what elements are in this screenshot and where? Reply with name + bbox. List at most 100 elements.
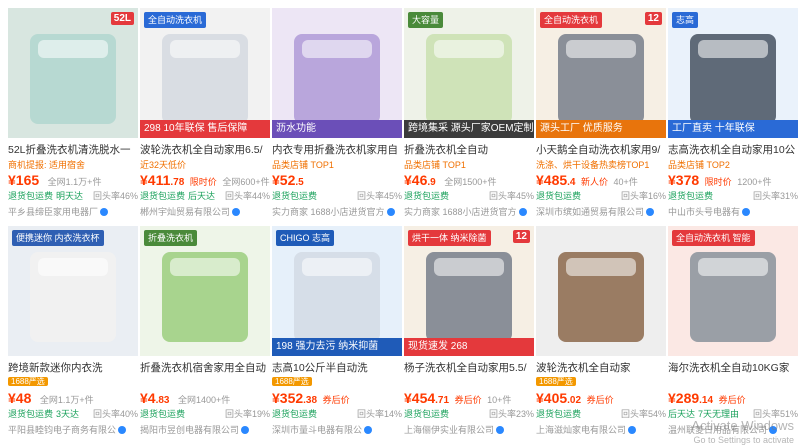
shop-name[interactable]: 上海俪伊实业有限公司	[404, 423, 534, 436]
product-subline: 1688严选	[8, 376, 138, 387]
shop-name[interactable]: 深圳市缤如通贸易有限公司	[536, 205, 666, 218]
product-card[interactable]: 烘干一体 纳米除菌 12 现货速发 268 杨子洗衣机全自动家用5.5/ ¥45…	[404, 226, 534, 438]
service-badge: 退货包运费	[536, 409, 582, 419]
product-thumbnail[interactable]: 全自动洗衣机 12 源头工厂 优质服务	[536, 8, 666, 138]
product-title[interactable]: 跨境新款迷你内衣洗	[8, 360, 138, 375]
thumbnail-banner: 志高	[672, 12, 699, 28]
price: ¥485.4	[536, 172, 576, 188]
price-row: ¥52.5	[272, 172, 402, 188]
product-card[interactable]: 波轮洗衣机全自动家 1688严选 ¥405.02 券后价 退货包运费 回头率54…	[536, 226, 666, 438]
wangwang-icon[interactable]	[628, 426, 637, 434]
product-title[interactable]: 内衣专用折叠洗衣机家用自	[272, 142, 402, 157]
product-card[interactable]: CHIGO 志高 198 强力去污 纳米抑菌 志高10公斤半自动洗 1688严选…	[272, 226, 402, 438]
product-thumbnail[interactable]: 全自动洗衣机 298 10年联保 售后保障	[140, 8, 270, 138]
shop-name[interactable]: 实力商家 1688小店进货官方	[404, 205, 534, 218]
product-subline: 商机提报: 适用宿舍	[8, 158, 138, 171]
service-flags: 退货包运费 回头率45%	[272, 189, 402, 202]
product-title[interactable]: 52L折叠洗衣机清洗脱水一	[8, 142, 138, 157]
price: ¥52.5	[272, 172, 304, 188]
product-image	[162, 34, 248, 124]
product-title[interactable]: 海尔洗衣机全自动10KG家	[668, 360, 798, 375]
service-badge: 后天达	[188, 191, 216, 201]
wangwang-icon[interactable]	[518, 208, 527, 216]
activation-watermark-sub: Go to Settings to activate	[693, 435, 794, 445]
price-row: ¥454.71 券后价 10+件	[404, 390, 534, 406]
product-card[interactable]: 大容量 跨境集采 源头厂家OEM定制 折叠洗衣机全自动 品类店铺 TOP1 ¥4…	[404, 8, 534, 220]
thumbnail-caption: 工厂直卖 十年联保	[668, 120, 798, 138]
shop-name[interactable]: 郴州宇灿贸易有限公司	[140, 205, 270, 218]
shop-name[interactable]: 平阳县睦钧电子商务有限公	[8, 423, 138, 436]
shop-name[interactable]: 上海滋灿家电有限公司	[536, 423, 666, 436]
price-type: 新人价	[581, 177, 609, 187]
service-badge: 退货包运费	[8, 191, 54, 201]
product-title[interactable]: 小天鹅全自动洗衣机家用9/	[536, 142, 666, 157]
product-highlight: 品类店铺 TOP1	[404, 160, 466, 170]
product-thumbnail[interactable]: 志高 工厂直卖 十年联保	[668, 8, 798, 138]
shop-name[interactable]: 中山市头号电器有	[668, 205, 798, 218]
shop-name[interactable]: 平乡县缔臣家用电器厂	[8, 205, 138, 218]
product-thumbnail[interactable]: 烘干一体 纳米除菌 12 现货速发 268	[404, 226, 534, 356]
product-title[interactable]: 志高洗衣机全自动家用10公	[668, 142, 798, 157]
price-type: 券后价	[718, 395, 746, 405]
service-badge: 退货包运费	[140, 409, 186, 419]
wangwang-icon[interactable]	[646, 208, 655, 216]
price-type: 券后价	[586, 395, 614, 405]
service-badge: 退货包运费	[140, 191, 186, 201]
yanxuan-tag: 1688严选	[8, 377, 48, 386]
total-sold: 全网1400+件	[178, 395, 231, 405]
service-flags: 退货包运费 回头率23%	[404, 407, 534, 420]
service-flags: 退货包运费 回头率54%	[536, 407, 666, 420]
repurchase-rate: 回头率46%	[92, 191, 138, 201]
product-card[interactable]: 沥水功能 内衣专用折叠洗衣机家用自 品类店铺 TOP1 ¥52.5 退货包运费 …	[272, 8, 402, 220]
wangwang-icon[interactable]	[241, 426, 250, 434]
product-thumbnail[interactable]	[536, 226, 666, 356]
product-card[interactable]: 52L 52L折叠洗衣机清洗脱水一 商机提报: 适用宿舍 ¥165 全网1.1万…	[8, 8, 138, 220]
price-type: 券后价	[454, 395, 482, 405]
yanxuan-tag: 1688严选	[536, 377, 576, 386]
product-title[interactable]: 杨子洗衣机全自动家用5.5/	[404, 360, 534, 375]
wangwang-icon[interactable]	[496, 426, 505, 434]
thumbnail-banner: 全自动洗衣机 智能	[672, 230, 755, 246]
product-card[interactable]: 全自动洗衣机 智能 海尔洗衣机全自动10KG家 ¥289.14 券后价 后天达 7…	[668, 226, 798, 438]
wangwang-icon[interactable]	[118, 426, 127, 434]
wangwang-icon[interactable]	[232, 208, 241, 216]
shop-name[interactable]: 实力商家 1688小店进货官方	[272, 205, 402, 218]
shop-name[interactable]: 揭阳市昱创电器有限公司	[140, 423, 270, 436]
wangwang-icon[interactable]	[100, 208, 109, 216]
product-image	[30, 252, 116, 342]
repurchase-rate: 回头率44%	[224, 191, 270, 201]
wangwang-icon[interactable]	[386, 208, 395, 216]
service-badge: 退货包运费	[404, 191, 450, 201]
product-card[interactable]: 便携迷你 内衣洗衣杯 跨境新款迷你内衣洗 1688严选 ¥48 全网1.1万+件…	[8, 226, 138, 438]
product-highlight: 商机提报: 适用宿舍	[8, 160, 86, 170]
product-image	[690, 252, 776, 342]
service-badge: 退货包运费	[536, 191, 582, 201]
thumbnail-banner: 折叠洗衣机	[144, 230, 198, 246]
thumbnail-caption: 跨境集采 源头厂家OEM定制	[404, 120, 534, 138]
product-card[interactable]: 全自动洗衣机 298 10年联保 售后保障 波轮洗衣机全自动家用6.5/ 近32…	[140, 8, 270, 220]
product-thumbnail[interactable]: 大容量 跨境集采 源头厂家OEM定制	[404, 8, 534, 138]
total-sold: 10+件	[487, 395, 512, 405]
wangwang-icon[interactable]	[742, 208, 751, 216]
shop-name[interactable]: 深圳市量斗电器有限公	[272, 423, 402, 436]
product-title[interactable]: 波轮洗衣机全自动家	[536, 360, 666, 375]
wangwang-icon[interactable]	[364, 426, 373, 434]
product-thumbnail[interactable]: 全自动洗衣机 智能	[668, 226, 798, 356]
product-title[interactable]: 志高10公斤半自动洗	[272, 360, 402, 375]
repurchase-rate: 回头率19%	[224, 409, 270, 419]
product-thumbnail[interactable]: 折叠洗衣机	[140, 226, 270, 356]
product-title[interactable]: 折叠洗衣机全自动	[404, 142, 534, 157]
product-title[interactable]: 折叠洗衣机宿舍家用全自动	[140, 360, 270, 375]
thumbnail-caption-text: 跨境集采 源头厂家OEM定制	[408, 123, 534, 134]
product-title[interactable]: 波轮洗衣机全自动家用6.5/	[140, 142, 270, 157]
product-card[interactable]: 折叠洗衣机 折叠洗衣机宿舍家用全自动 ¥4.83 全网1400+件 退货包运费 …	[140, 226, 270, 438]
product-thumbnail[interactable]: CHIGO 志高 198 强力去污 纳米抑菌	[272, 226, 402, 356]
product-card[interactable]: 全自动洗衣机 12 源头工厂 优质服务 小天鹅全自动洗衣机家用9/ 洗涤、烘干设…	[536, 8, 666, 220]
service-badge: 退货包运费	[272, 409, 318, 419]
product-thumbnail[interactable]: 便携迷你 内衣洗衣杯	[8, 226, 138, 356]
price-row: ¥46.9 全网1500+件	[404, 172, 534, 188]
product-thumbnail[interactable]: 52L	[8, 8, 138, 138]
product-card[interactable]: 志高 工厂直卖 十年联保 志高洗衣机全自动家用10公 品类店铺 TOP2 ¥37…	[668, 8, 798, 220]
product-thumbnail[interactable]: 沥水功能	[272, 8, 402, 138]
repurchase-rate: 回头率40%	[92, 409, 138, 419]
